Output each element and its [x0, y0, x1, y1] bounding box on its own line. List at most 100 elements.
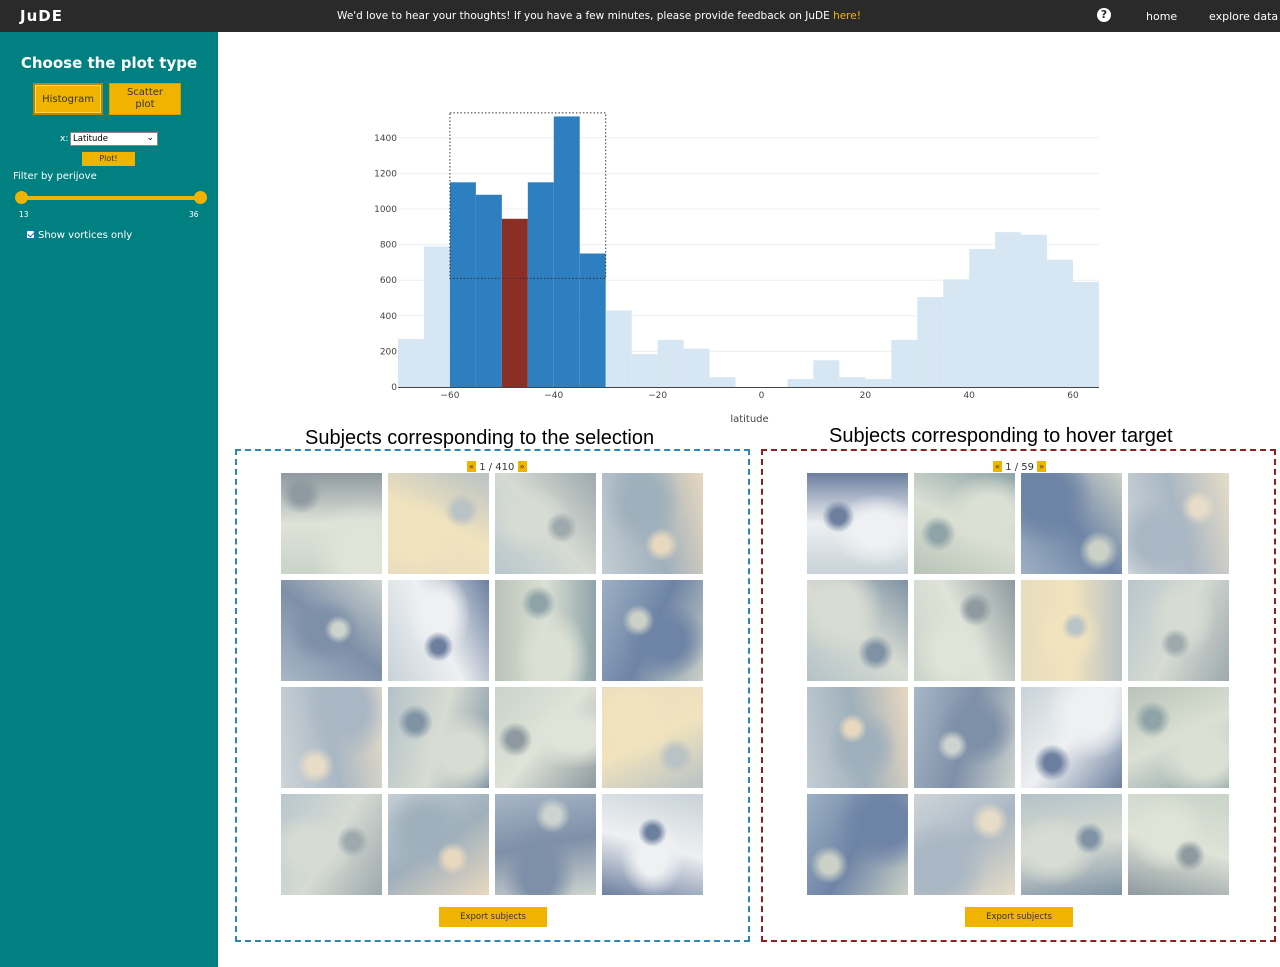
- slider-min-value: 13: [19, 210, 29, 219]
- plot-button[interactable]: Plot!: [82, 152, 135, 166]
- feedback-text: We'd love to hear your thoughts! If you …: [337, 10, 834, 22]
- hover-panel-title: Subjects corresponding to hover target: [829, 425, 1173, 447]
- histogram-button[interactable]: Histogram: [33, 83, 103, 115]
- nav-explore-data-link[interactable]: explore data: [1209, 10, 1278, 23]
- histogram-bar-unselected[interactable]: [605, 310, 632, 387]
- hover-subjects-panel: « 1 / 59 » Export subjects: [761, 449, 1276, 942]
- histogram-bar-selected[interactable]: [579, 253, 606, 388]
- y-tick-label: 400: [380, 312, 397, 322]
- export-subjects-button[interactable]: Export subjects: [965, 907, 1073, 927]
- pager-count: 1 / 410: [479, 462, 515, 473]
- histogram-bar-unselected[interactable]: [1047, 259, 1074, 387]
- histogram-bar-unselected[interactable]: [657, 339, 684, 387]
- subject-thumbnail[interactable]: [495, 794, 596, 895]
- subject-thumbnail[interactable]: [388, 473, 489, 574]
- histogram-bar-unselected[interactable]: [1073, 281, 1099, 387]
- sidebar: Choose the plot type Histogram Scatter p…: [0, 32, 218, 967]
- subject-thumbnail[interactable]: [602, 580, 703, 681]
- y-axis-ticks: 0 200 400 600 800 1000 1200 1400: [374, 134, 397, 393]
- subject-thumbnail[interactable]: [388, 794, 489, 895]
- y-tick-label: 0: [391, 383, 397, 393]
- subject-thumbnail[interactable]: [495, 580, 596, 681]
- subject-thumbnail[interactable]: [1128, 473, 1229, 574]
- histogram-bar-unselected[interactable]: [423, 246, 450, 387]
- histogram-bar-unselected[interactable]: [917, 297, 944, 387]
- histogram-bar-unselected[interactable]: [865, 378, 892, 387]
- pager-next-button[interactable]: »: [1037, 461, 1047, 472]
- pager-prev-button[interactable]: «: [993, 461, 1002, 472]
- subject-thumbnail[interactable]: [388, 687, 489, 788]
- subject-thumbnail[interactable]: [281, 580, 382, 681]
- feedback-link[interactable]: here!: [833, 10, 861, 22]
- x-tick-label: −60: [440, 391, 459, 401]
- subject-thumbnail[interactable]: [807, 687, 908, 788]
- export-subjects-button[interactable]: Export subjects: [439, 907, 547, 927]
- subject-thumbnail[interactable]: [281, 687, 382, 788]
- subject-thumbnail[interactable]: [807, 580, 908, 681]
- histogram-bar-hovered[interactable]: [501, 218, 528, 387]
- latitude-histogram[interactable]: 0 200 400 600 800 1000 1200 1400 −60 −40 −20 0 20 40…: [218, 32, 1280, 432]
- y-tick-label: 200: [380, 347, 397, 357]
- x-axis-ticks: −60 −40 −20 0 20 40 60: [440, 391, 1079, 401]
- subject-thumbnail[interactable]: [495, 687, 596, 788]
- histogram-bar-unselected[interactable]: [969, 249, 996, 387]
- subject-thumbnail[interactable]: [602, 687, 703, 788]
- checkbox-checked-icon[interactable]: [26, 230, 35, 239]
- subject-thumbnail[interactable]: [914, 473, 1015, 574]
- subject-thumbnail[interactable]: [807, 473, 908, 574]
- perijove-slider-min-handle[interactable]: [15, 191, 28, 204]
- x-tick-label: 40: [963, 391, 975, 401]
- subject-thumbnail[interactable]: [1128, 687, 1229, 788]
- histogram-bar-selected[interactable]: [527, 182, 554, 387]
- x-variable-select[interactable]: Latitude ⌄: [70, 132, 158, 146]
- y-tick-label: 600: [380, 276, 397, 286]
- perijove-slider-track[interactable]: [20, 196, 202, 200]
- subject-thumbnail[interactable]: [495, 473, 596, 574]
- help-icon[interactable]: ?: [1097, 8, 1111, 22]
- histogram-bar-unselected[interactable]: [891, 339, 918, 387]
- histogram-bar-unselected[interactable]: [943, 279, 970, 387]
- histogram-bar-unselected[interactable]: [398, 338, 424, 387]
- perijove-filter-label: Filter by perijove: [13, 171, 97, 182]
- histogram-bar-unselected[interactable]: [683, 348, 710, 387]
- subject-thumbnail[interactable]: [602, 794, 703, 895]
- histogram-bar-unselected[interactable]: [995, 232, 1022, 387]
- subject-thumbnail[interactable]: [914, 580, 1015, 681]
- histogram-bar-selected[interactable]: [553, 116, 580, 387]
- pager-next-button[interactable]: »: [517, 461, 527, 472]
- scatter-plot-button[interactable]: Scatter plot: [109, 83, 181, 115]
- pager-count: 1 / 59: [1005, 462, 1035, 473]
- scatter-label-line1: Scatter: [126, 87, 164, 98]
- subject-thumbnail[interactable]: [1128, 580, 1229, 681]
- histogram-bar-unselected[interactable]: [1021, 234, 1048, 387]
- histogram-bars: [398, 116, 1099, 387]
- histogram-bar-unselected[interactable]: [709, 377, 736, 387]
- x-tick-label: −40: [544, 391, 563, 401]
- histogram-bar-unselected[interactable]: [787, 378, 814, 387]
- nav-home-link[interactable]: home: [1146, 10, 1177, 23]
- y-tick-label: 1000: [374, 205, 397, 215]
- x-axis-label: x:: [60, 134, 69, 144]
- subject-thumbnail[interactable]: [1021, 687, 1122, 788]
- subject-thumbnail[interactable]: [1128, 794, 1229, 895]
- subject-thumbnail[interactable]: [807, 794, 908, 895]
- selection-pager: « 1 / 410 »: [467, 461, 527, 473]
- subject-thumbnail[interactable]: [1021, 473, 1122, 574]
- perijove-slider-max-handle[interactable]: [194, 191, 207, 204]
- histogram-bar-unselected[interactable]: [813, 360, 840, 387]
- subject-thumbnail[interactable]: [602, 473, 703, 574]
- histogram-bar-selected[interactable]: [449, 182, 476, 387]
- subject-thumbnail[interactable]: [281, 794, 382, 895]
- subject-thumbnail[interactable]: [1021, 794, 1122, 895]
- histogram-bar-selected[interactable]: [475, 194, 502, 387]
- plot-type-heading: Choose the plot type: [20, 54, 198, 72]
- histogram-bar-unselected[interactable]: [839, 377, 866, 387]
- subject-thumbnail[interactable]: [914, 794, 1015, 895]
- vortices-only-toggle[interactable]: Show vortices only: [26, 230, 132, 241]
- subject-thumbnail[interactable]: [1021, 580, 1122, 681]
- subject-thumbnail[interactable]: [281, 473, 382, 574]
- histogram-bar-unselected[interactable]: [631, 354, 658, 387]
- subject-thumbnail[interactable]: [914, 687, 1015, 788]
- pager-prev-button[interactable]: «: [467, 461, 476, 472]
- subject-thumbnail[interactable]: [388, 580, 489, 681]
